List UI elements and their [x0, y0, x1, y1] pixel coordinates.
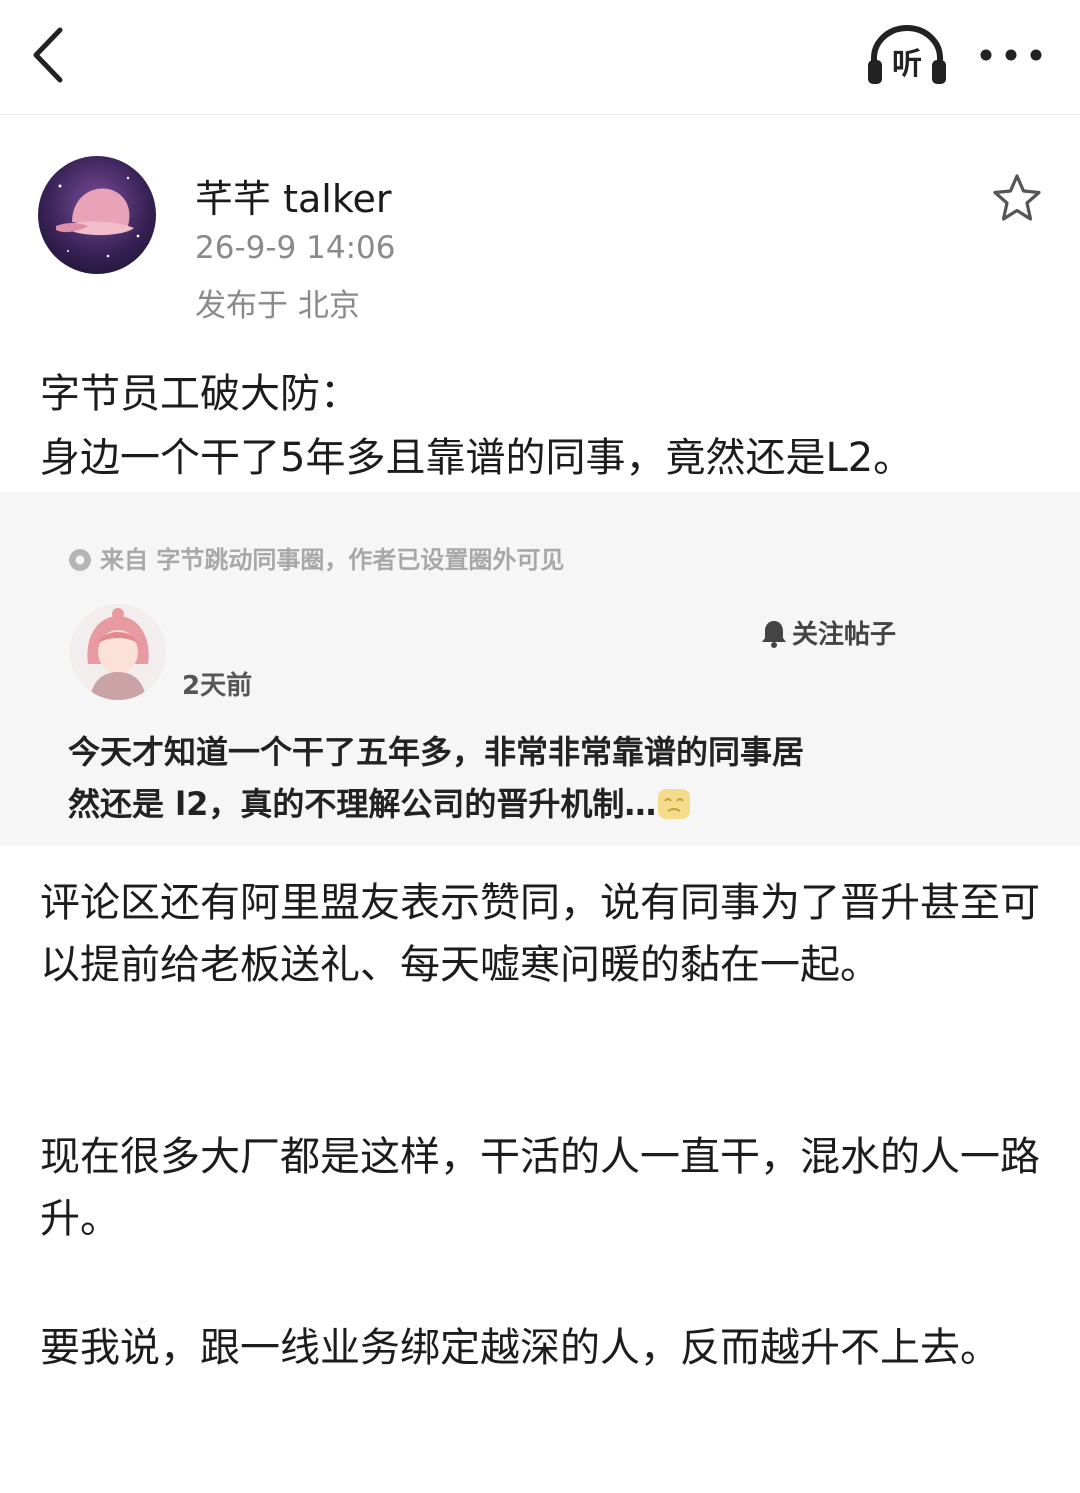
cartoon-girl-avatar	[70, 604, 166, 700]
body-paragraph-2: 现在很多大厂都是这样，干活的人一直干，混水的人一路升。	[40, 1134, 1040, 1242]
quote-text: 今天才知道一个干了五年多，非常非常靠谱的同事居 然还是 l2，真的不理解公司的晋…	[68, 726, 928, 830]
listen-button[interactable]: 听	[866, 22, 948, 88]
quote-source-text: 来自 字节跳动同事圈，作者已设置圈外可见	[100, 546, 565, 574]
eye-circle-icon	[69, 549, 91, 571]
top-bar: 听	[0, 0, 1080, 115]
post-timestamp: 26-9-9 14:06	[195, 230, 396, 266]
crying-emoji-icon	[658, 789, 691, 819]
quote-text-line-1: 今天才知道一个干了五年多，非常非常靠谱的同事居	[68, 733, 805, 771]
chevron-left-icon	[33, 27, 63, 83]
author-name[interactable]: 芊芊 talker	[195, 168, 391, 223]
star-icon	[993, 174, 1041, 221]
quote-author-avatar	[70, 604, 166, 700]
body-paragraph-3: 要我说，跟一线业务绑定越深的人，反而越升不上去。	[40, 1325, 1000, 1371]
post-headline: 字节员工破大防： 身边一个干了5年多且靠谱的同事，竟然还是L2。	[40, 362, 1050, 490]
headline-line-1: 字节员工破大防：	[40, 371, 360, 417]
more-horizontal-icon	[980, 49, 1042, 61]
bell-icon	[762, 621, 786, 648]
author-avatar[interactable]	[38, 156, 156, 274]
quote-source: 来自 字节跳动同事圈，作者已设置圈外可见	[68, 540, 564, 575]
listen-label: 听	[892, 47, 922, 82]
more-button[interactable]	[976, 30, 1046, 80]
follow-post-button[interactable]: 关注帖子	[760, 614, 896, 651]
post-location: 发布于 北京	[195, 288, 360, 324]
pink-cap-avatar	[38, 156, 156, 274]
favorite-button[interactable]	[990, 172, 1044, 226]
back-button[interactable]	[26, 22, 76, 88]
headline-line-2: 身边一个干了5年多且靠谱的同事，竟然还是L2。	[40, 435, 914, 481]
headphones-icon: 听	[868, 25, 946, 84]
follow-post-label: 关注帖子	[792, 620, 897, 650]
quote-time: 2天前	[182, 671, 253, 701]
quote-text-line-2: 然还是 l2，真的不理解公司的晋升机制…	[68, 778, 928, 830]
body-paragraph-1: 评论区还有阿里盟友表示赞同，说有同事为了晋升甚至可以提前给老板送礼、每天嘘寒问暖…	[40, 880, 1040, 988]
quote-text-line-2-text: 然还是 l2，真的不理解公司的晋升机制…	[68, 785, 657, 823]
